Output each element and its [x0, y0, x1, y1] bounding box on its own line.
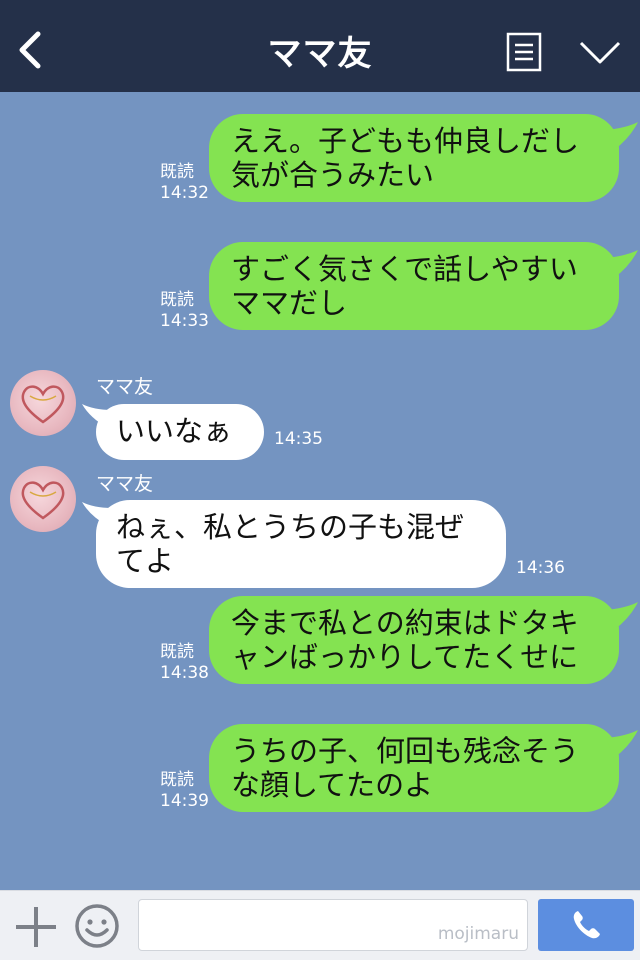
input-bar: mojimaru — [0, 890, 640, 960]
message-meta: 既読 14:39 — [160, 770, 209, 812]
message-line: うちの子、何回も残念そう — [231, 734, 580, 768]
message-input[interactable]: mojimaru — [138, 899, 528, 951]
message-time: 14:38 — [160, 663, 209, 683]
message-line: ねぇ、私とうちの子も混ぜ — [116, 510, 465, 544]
outgoing-message-bubble[interactable]: すごく気さくで話しやすい ママだし — [209, 242, 619, 330]
avatar[interactable] — [10, 466, 76, 532]
message-meta: 既読 14:38 — [160, 642, 209, 684]
phone-icon — [573, 911, 600, 939]
outgoing-message-bubble[interactable]: 今まで私との約束はドタキ ャンばっかりしてたくせに — [209, 596, 619, 684]
chat-header: ママ友 — [0, 0, 640, 92]
bubble-tail — [606, 602, 638, 630]
incoming-message-bubble[interactable]: いいなぁ — [96, 404, 264, 460]
chevron-down-icon[interactable] — [578, 38, 622, 68]
heart-icon — [21, 385, 65, 424]
bubble-tail — [606, 122, 638, 150]
message-list[interactable]: 既読 14:32 ええ。子どもも仲良しだし 気が合うみたい 既読 14:33 す… — [0, 92, 640, 890]
bubble-tail — [606, 250, 638, 278]
emoji-icon[interactable] — [74, 903, 120, 949]
call-button[interactable] — [538, 899, 634, 951]
message-line: てよ — [116, 544, 175, 578]
message-meta: 既読 14:33 — [160, 290, 209, 332]
message-time: 14:33 — [160, 311, 209, 331]
sender-name: ママ友 — [96, 473, 154, 495]
read-receipt: 既読 — [160, 770, 194, 790]
bubble-tail — [606, 730, 638, 758]
menu-list-icon[interactable] — [506, 32, 542, 72]
read-receipt: 既読 — [160, 642, 194, 662]
avatar[interactable] — [10, 370, 76, 436]
outgoing-message-bubble[interactable]: ええ。子どもも仲良しだし 気が合うみたい — [209, 114, 619, 202]
message-line: 気が合うみたい — [231, 158, 435, 192]
read-receipt: 既読 — [160, 162, 194, 182]
chat-title: ママ友 — [267, 34, 373, 74]
message-time: 14:32 — [160, 183, 209, 203]
message-meta: 既読 14:32 — [160, 162, 209, 204]
read-receipt: 既読 — [160, 290, 194, 310]
message-time: 14:36 — [516, 558, 565, 578]
plus-icon[interactable] — [14, 905, 58, 949]
watermark: mojimaru — [437, 924, 519, 944]
message-line: すごく気さくで話しやすい — [231, 252, 578, 286]
message-time: 14:35 — [274, 429, 323, 449]
message-line: ママだし — [231, 286, 348, 320]
incoming-message-bubble[interactable]: ねぇ、私とうちの子も混ぜ てよ — [96, 500, 506, 588]
message-time: 14:39 — [160, 791, 209, 811]
message-line: ャンばっかりしてたくせに — [231, 640, 579, 674]
message-line: ええ。子どもも仲良しだし — [231, 124, 580, 158]
outgoing-message-bubble[interactable]: うちの子、何回も残念そう な顔してたのよ — [209, 724, 619, 812]
sender-name: ママ友 — [96, 376, 154, 398]
message-line: いいなぁ — [116, 414, 233, 448]
message-line: な顔してたのよ — [231, 768, 434, 802]
heart-icon — [21, 481, 65, 520]
message-line: 今まで私との約束はドタキ — [231, 606, 579, 640]
